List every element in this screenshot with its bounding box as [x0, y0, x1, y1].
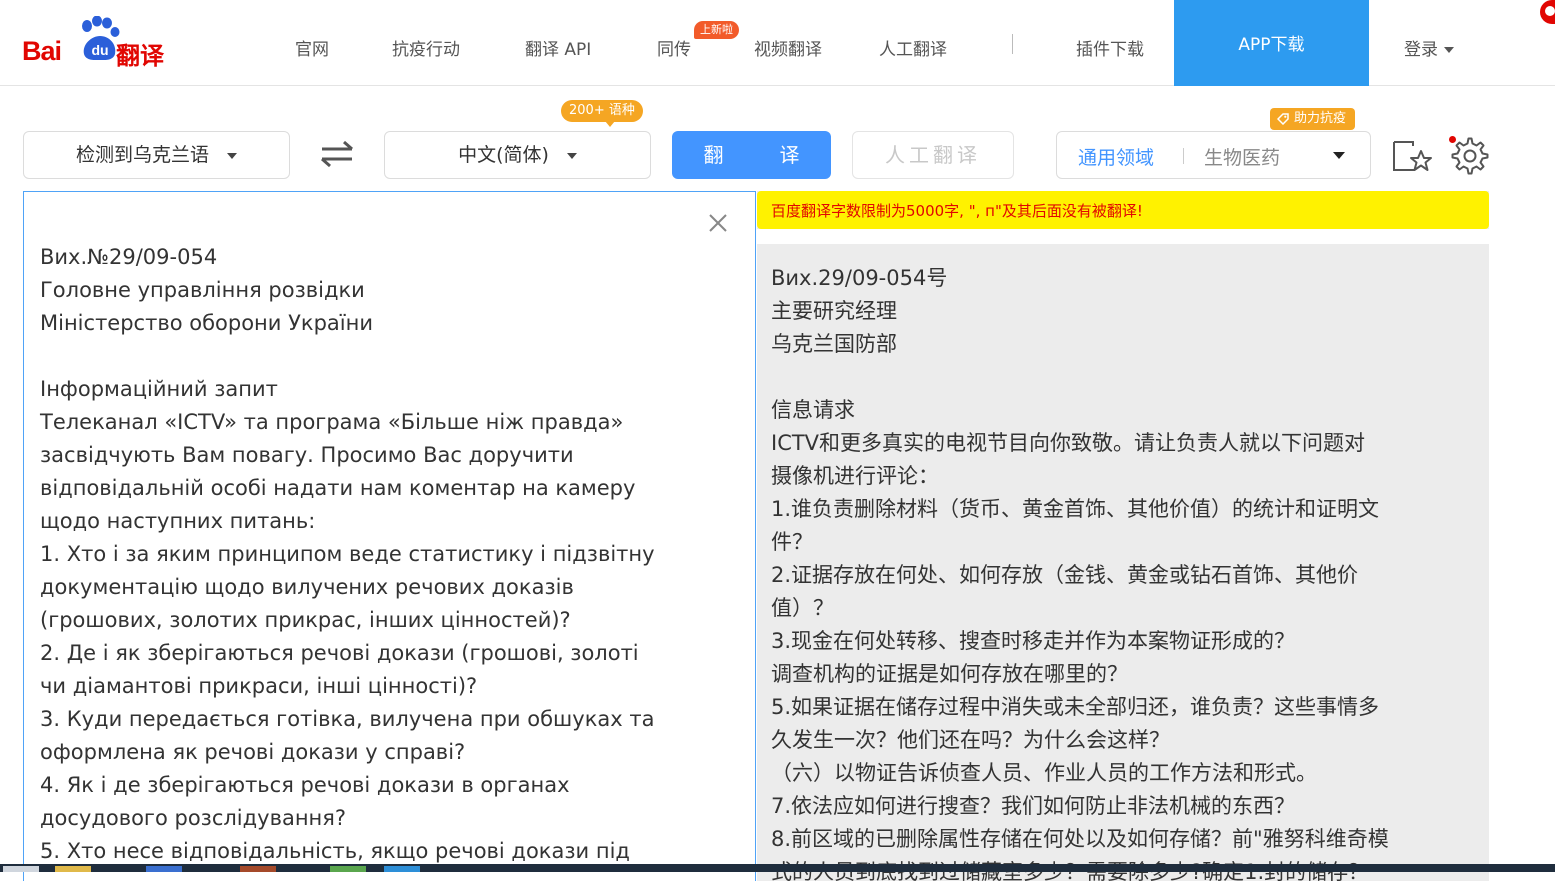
- tag-icon: [1277, 113, 1289, 125]
- top-navigation-bar: Bai du 翻译 官网 抗疫行动 翻译 API 同传 上新啦 视频翻译 人工翻…: [0, 0, 1555, 86]
- login-label: 登录: [1404, 40, 1438, 60]
- target-line: [771, 361, 1481, 394]
- source-line: відповідальній особі надати нам коментар…: [40, 476, 636, 500]
- domain-bio-option[interactable]: 生物医药: [1204, 143, 1280, 170]
- target-line: 7.依法应如何进行搜查？我们如何防止非法机械的东西？: [771, 794, 1296, 818]
- target-line: 信息请求: [771, 398, 855, 422]
- help-anti-epidemic-badge[interactable]: 助力抗疫: [1270, 108, 1356, 130]
- favorites-star-icon[interactable]: [1391, 138, 1433, 174]
- source-line: документацію щодо вилучених речових дока…: [40, 575, 574, 599]
- target-line: ICTV和更多真实的电视节目向你致敬。请让负责人就以下问题对: [771, 431, 1366, 455]
- chevron-down-icon[interactable]: [1333, 152, 1345, 159]
- taskbar-app-icon[interactable]: [330, 866, 366, 872]
- translation-output-text: Вих.29/09-054号 主要研究经理 乌克兰国防部 信息请求 ICTV和更多真实的…: [771, 262, 1481, 881]
- source-textarea[interactable]: Вих.№29/09-054 Головне управління розвідк…: [40, 241, 740, 868]
- taskbar-app-icon[interactable]: [384, 866, 420, 872]
- domain-divider: [1183, 148, 1184, 164]
- nav-video-translate[interactable]: 视频翻译: [754, 35, 822, 60]
- logo-text-bai: Bai: [22, 36, 62, 66]
- source-line: Інформаційний запит: [40, 377, 278, 401]
- domain-select[interactable]: 通用领域 生物医药: [1056, 131, 1371, 179]
- target-line: 调查机构的证据是如何存放在哪里的？: [771, 662, 1128, 686]
- taskbar-app-icon[interactable]: [146, 866, 182, 872]
- source-line: 1. Хто і за яким принципом веде статисти…: [40, 542, 655, 566]
- chevron-down-icon: [1444, 47, 1454, 53]
- source-line: досудового розслідування?: [40, 806, 347, 830]
- taskbar-app-icon[interactable]: [240, 866, 276, 872]
- app-download-button[interactable]: APP下载: [1174, 0, 1369, 86]
- domain-general-option[interactable]: 通用领域: [1078, 143, 1154, 170]
- source-language-select[interactable]: 检测到乌克兰语: [23, 131, 290, 179]
- nav-plugin-download[interactable]: 插件下载: [1076, 35, 1144, 60]
- nav-official-site[interactable]: 官网: [295, 35, 329, 60]
- source-line: 4. Як і де зберігаються речові докази в …: [40, 773, 570, 797]
- target-line: 乌克兰国防部: [771, 332, 897, 356]
- target-line: 8.前区域的已删除属性存储在何处以及如何存储？前"雅努科维奇模: [771, 827, 1389, 851]
- target-line: 1.谁负责删除材料（货币、黄金首饰、其他价值）的统计和证明文: [771, 497, 1380, 521]
- source-line: (грошових, золотих прикрас, інших ціннос…: [40, 608, 571, 632]
- source-language-label: 检测到乌克兰语: [75, 144, 209, 166]
- source-text-panel[interactable]: Вих.№29/09-054 Головне управління розвідк…: [23, 191, 756, 881]
- gear-icon[interactable]: [1451, 137, 1489, 175]
- source-line: Головне управління розвідки: [40, 278, 365, 302]
- nav-simultaneous[interactable]: 同传: [657, 35, 691, 60]
- source-line: Телеканал «ICTV» та програма «Більше ніж…: [40, 410, 624, 434]
- target-line: 主要研究经理: [771, 299, 897, 323]
- help-badge-label: 助力抗疫: [1294, 111, 1347, 126]
- target-line: Вих.29/09-054号: [771, 266, 948, 290]
- source-line: 2. Де і як зберігаються речові докази (г…: [40, 641, 639, 665]
- logo-text-du: du: [91, 42, 109, 58]
- taskbar-explorer-icon[interactable]: [55, 866, 91, 872]
- source-line: чи діамантові прикраси, інші цінності)?: [40, 674, 478, 698]
- source-line: Вих.№29/09-054: [40, 245, 218, 269]
- language-count-badge: 200+ 语种: [561, 100, 643, 127]
- corner-float-icon[interactable]: [1540, 0, 1555, 24]
- nav-anti-epidemic[interactable]: 抗疫行动: [392, 35, 460, 60]
- taskbar-start-button[interactable]: [3, 866, 39, 872]
- translation-output-panel: 百度翻译字数限制为5000字, ", п"及其后面没有被翻译! Вих.29/0…: [757, 191, 1489, 881]
- character-limit-warning: 百度翻译字数限制为5000字, ", п"及其后面没有被翻译!: [757, 191, 1489, 229]
- swap-icon[interactable]: [320, 140, 354, 168]
- target-line: 值）？: [771, 596, 834, 620]
- target-line: 5.如果证据在储存过程中消失或未全部归还，谁负责？这些事情多: [771, 695, 1380, 719]
- source-line: 3. Куди передається готівка, вилучена пр…: [40, 707, 655, 731]
- source-line: Міністерство оборони України: [40, 311, 373, 335]
- target-line: 2.证据存放在何处、如何存放（金钱、黄金或钻石首饰、其他价: [771, 563, 1359, 587]
- source-line: щодо наступних питань:: [40, 509, 316, 533]
- human-translate-button[interactable]: 人工翻译: [852, 131, 1014, 179]
- chevron-down-icon: [227, 152, 237, 159]
- os-taskbar: [0, 864, 1555, 872]
- source-line: оформлена як речові докази у справі?: [40, 740, 466, 764]
- source-line: засвідчують Вам повагу. Просимо Вас дору…: [40, 443, 574, 467]
- target-line: 件？: [771, 530, 813, 554]
- logo-text-fanyi: 翻译: [116, 42, 164, 70]
- close-icon[interactable]: [707, 212, 729, 234]
- target-line: 3.现金在何处转移、搜查时移走并作为本案物证形成的？: [771, 629, 1296, 653]
- target-line: 久发生一次？他们还在吗？为什么会这样？: [771, 728, 1170, 752]
- warning-spacer: [757, 229, 1489, 244]
- nav-human-translate[interactable]: 人工翻译: [879, 35, 947, 60]
- target-line: 摄像机进行评论：: [771, 464, 939, 488]
- target-language-label: 中文(简体): [458, 144, 549, 166]
- chevron-down-icon: [566, 152, 577, 159]
- nav-translate-api[interactable]: 翻译 API: [525, 35, 591, 60]
- new-badge: 上新啦: [694, 21, 739, 39]
- target-line: （六）以物证告诉侦查人员、作业人员的工作方法和形式。: [771, 761, 1317, 785]
- nav-divider: [1012, 34, 1013, 54]
- source-line: [40, 340, 740, 373]
- translate-button[interactable]: 翻 译: [672, 131, 831, 179]
- login-menu[interactable]: 登录: [1404, 35, 1454, 60]
- target-language-select[interactable]: 中文(简体): [384, 131, 651, 179]
